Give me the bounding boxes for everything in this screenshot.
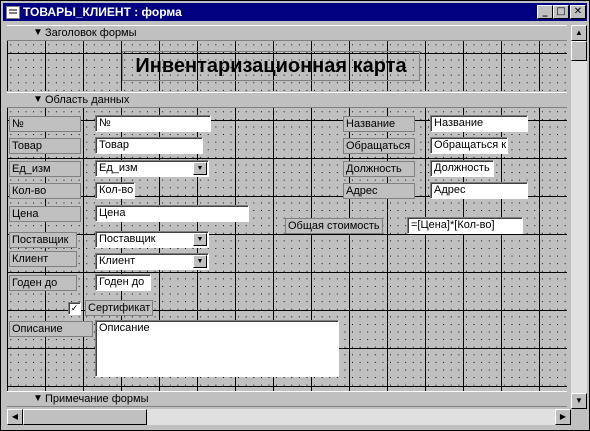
scroll-up-icon[interactable]: ▲ bbox=[571, 25, 587, 41]
total-field[interactable]: =[Цена]*[Кол-во] bbox=[407, 217, 523, 234]
ed-izm-label[interactable]: Ед_изм bbox=[9, 161, 81, 177]
nazvanie-label[interactable]: Название bbox=[343, 116, 415, 132]
scroll-down-icon[interactable]: ▼ bbox=[571, 393, 587, 409]
vertical-scrollbar[interactable]: ▲ ▼ bbox=[571, 25, 587, 409]
close-button[interactable]: ✕ bbox=[570, 5, 586, 19]
sertifikat-checkbox[interactable]: ✓ bbox=[68, 302, 81, 315]
tovar-field[interactable]: Товар bbox=[95, 137, 203, 154]
klient-dropdown-icon[interactable]: ▼ bbox=[193, 255, 207, 268]
adres-label[interactable]: Адрес bbox=[343, 183, 415, 199]
ed-izm-combo[interactable]: Ед_изм ▼ bbox=[95, 160, 209, 177]
ed-izm-value: Ед_изм bbox=[99, 162, 138, 174]
postavshik-combo[interactable]: Поставщик ▼ bbox=[95, 231, 209, 248]
opisanie-field[interactable]: Описание bbox=[95, 320, 339, 377]
cena-label[interactable]: Цена bbox=[9, 206, 81, 222]
klient-value: Клиент bbox=[99, 255, 136, 267]
maximize-button[interactable]: □ bbox=[553, 5, 569, 19]
cena-field[interactable]: Цена bbox=[95, 205, 249, 222]
kol-vo-field[interactable]: Кол-во bbox=[95, 182, 135, 199]
minimize-button[interactable]: _ bbox=[537, 5, 553, 19]
dolzhnost-label[interactable]: Должность bbox=[343, 161, 415, 177]
opisanie-label[interactable]: Описание bbox=[9, 321, 93, 337]
form-design-area: ▼ Заголовок формы Инвентаризационная кар… bbox=[5, 23, 587, 427]
num-field[interactable]: № bbox=[95, 115, 211, 132]
detail-section-label: Область данных bbox=[45, 94, 130, 106]
tovar-label[interactable]: Товар bbox=[9, 138, 81, 154]
sertifikat-label[interactable]: Сертификат bbox=[85, 300, 153, 316]
dolzhnost-field[interactable]: Должность bbox=[430, 160, 494, 177]
horizontal-scrollbar[interactable]: ◀ ▶ bbox=[7, 409, 571, 425]
obrashatsya-label[interactable]: Обращаться к bbox=[343, 138, 415, 154]
form-header-bar[interactable]: ▼ Заголовок формы bbox=[7, 25, 567, 41]
postavshik-dropdown-icon[interactable]: ▼ bbox=[193, 233, 207, 246]
adres-field[interactable]: Адрес bbox=[430, 182, 528, 199]
obrashatsya-field[interactable]: Обращаться к bbox=[430, 137, 508, 154]
horizontal-scroll-thumb[interactable] bbox=[23, 409, 147, 425]
goden-do-label[interactable]: Годен до bbox=[9, 275, 77, 291]
postavshik-label[interactable]: Поставщик bbox=[9, 232, 77, 248]
nazvanie-field[interactable]: Название bbox=[430, 115, 528, 132]
postavshik-value: Поставщик bbox=[99, 233, 156, 245]
section-arrow-icon: ▼ bbox=[33, 94, 43, 105]
form-window: ТОВАРЫ_КЛИЕНТ : форма _ □ ✕ ▼ Заголовок … bbox=[0, 0, 590, 431]
total-label[interactable]: Общая стоимость bbox=[285, 218, 383, 234]
form-header-label: Заголовок формы bbox=[45, 27, 137, 39]
num-label[interactable]: № bbox=[9, 116, 81, 132]
form-footer-label: Примечание формы bbox=[45, 393, 149, 405]
form-footer-bar[interactable]: ▼ Примечание формы bbox=[7, 391, 567, 407]
goden-do-field[interactable]: Годен до bbox=[95, 274, 151, 291]
ed-izm-dropdown-icon[interactable]: ▼ bbox=[193, 162, 207, 175]
section-arrow-icon: ▼ bbox=[33, 393, 43, 404]
scrollbar-corner bbox=[571, 409, 587, 425]
window-title: ТОВАРЫ_КЛИЕНТ : форма bbox=[23, 5, 182, 19]
form-title-label[interactable]: Инвентаризационная карта bbox=[122, 51, 420, 81]
vertical-scroll-thumb[interactable] bbox=[571, 41, 587, 61]
title-bar[interactable]: ТОВАРЫ_КЛИЕНТ : форма _ □ ✕ bbox=[3, 3, 587, 21]
detail-section-bar[interactable]: ▼ Область данных bbox=[7, 92, 567, 108]
klient-label[interactable]: Клиент bbox=[9, 251, 77, 267]
kol-vo-label[interactable]: Кол-во bbox=[9, 183, 81, 199]
klient-combo[interactable]: Клиент ▼ bbox=[95, 253, 209, 270]
form-icon bbox=[6, 6, 20, 19]
scroll-left-icon[interactable]: ◀ bbox=[7, 409, 23, 425]
section-arrow-icon: ▼ bbox=[33, 27, 43, 38]
scroll-right-icon[interactable]: ▶ bbox=[555, 409, 571, 425]
